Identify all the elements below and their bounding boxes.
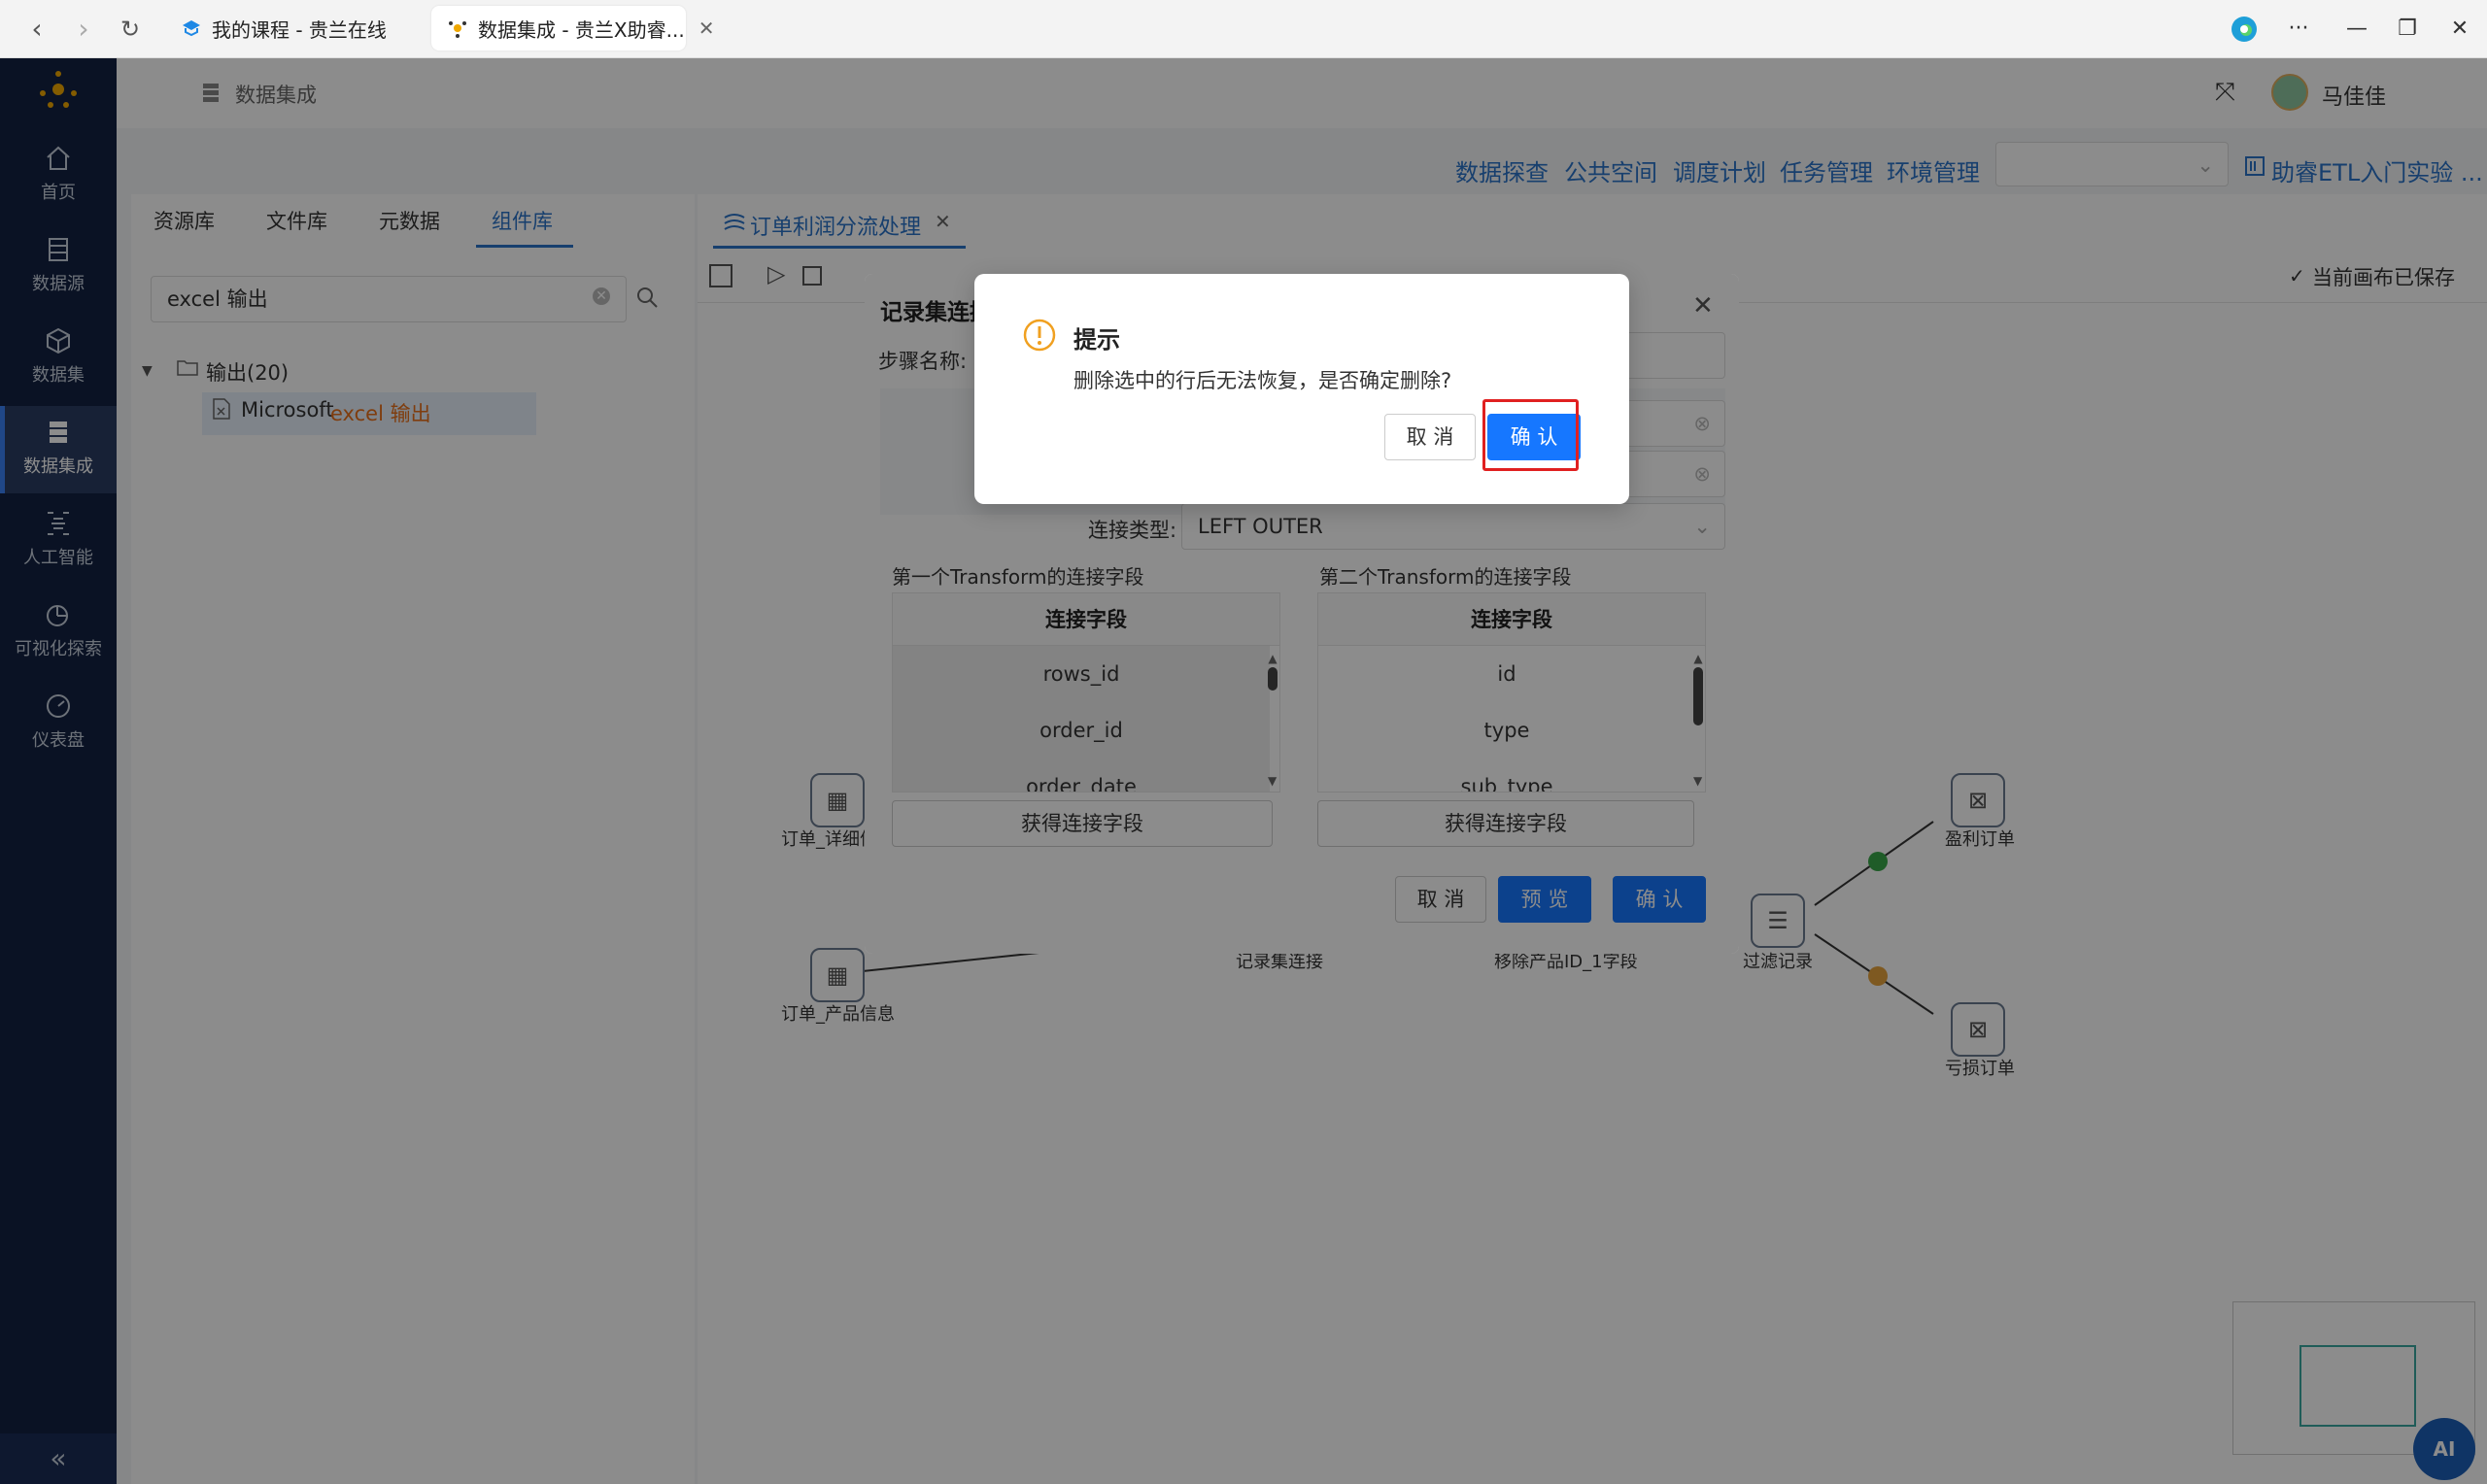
more-icon[interactable]: ··· xyxy=(2281,12,2316,47)
back-icon[interactable]: ‹ xyxy=(21,14,52,45)
app-tab-icon xyxy=(447,17,468,39)
confirm-highlight-box xyxy=(1482,399,1579,471)
browser-tab-courses[interactable]: 我的课程 - 贵兰在线 xyxy=(165,6,402,51)
window-close-icon[interactable]: ✕ xyxy=(2442,12,2477,47)
course-tab-icon xyxy=(181,17,202,39)
minimize-icon[interactable]: — xyxy=(2339,12,2374,47)
reload-icon[interactable]: ↻ xyxy=(115,14,146,45)
edge-icon[interactable] xyxy=(2227,12,2262,47)
restore-icon[interactable]: ❐ xyxy=(2390,12,2425,47)
alert-cancel-button[interactable]: 取 消 xyxy=(1384,414,1476,460)
alert-message: 删除选中的行后无法恢复，是否确定删除? xyxy=(1073,369,1452,392)
tab-close-icon[interactable]: ✕ xyxy=(698,17,715,40)
browser-tab-data-integration[interactable]: 数据集成 - 贵兰X助睿... ✕ xyxy=(431,6,714,51)
forward-icon[interactable]: › xyxy=(68,14,99,45)
alert-title: 提示 xyxy=(1073,326,1120,354)
browser-bar: ‹ › ↻ 我的课程 - 贵兰在线 数据集成 - 贵兰X助睿... ✕ ··· … xyxy=(0,0,2487,58)
warning-icon xyxy=(1023,319,1056,357)
